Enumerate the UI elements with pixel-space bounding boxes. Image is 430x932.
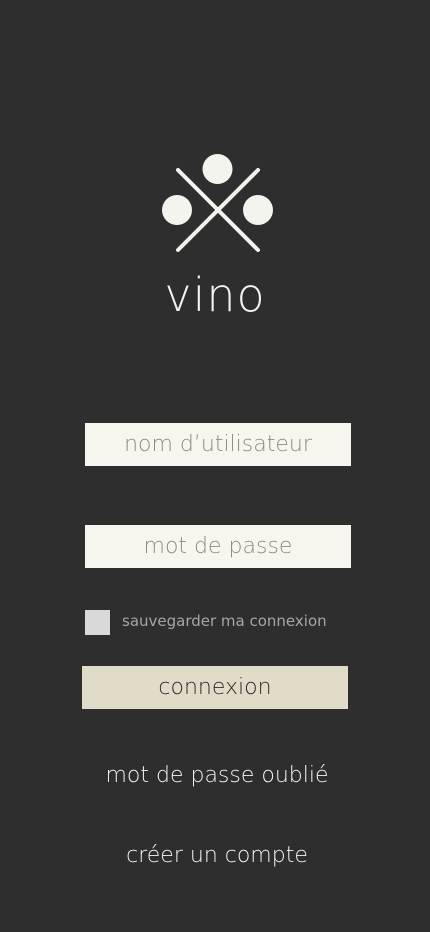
- create-account-link[interactable]: créer un compte: [2, 841, 430, 871]
- logo-icon: [162, 154, 273, 252]
- forgot-password-link[interactable]: mot de passe oublié: [2, 761, 430, 791]
- login-button[interactable]: connexion: [82, 666, 348, 709]
- password-input[interactable]: [85, 525, 351, 568]
- remember-checkbox[interactable]: [85, 610, 110, 635]
- remember-label: sauvegarder ma connexion: [122, 612, 327, 630]
- app-name: vino: [164, 268, 266, 322]
- username-input[interactable]: [85, 423, 351, 466]
